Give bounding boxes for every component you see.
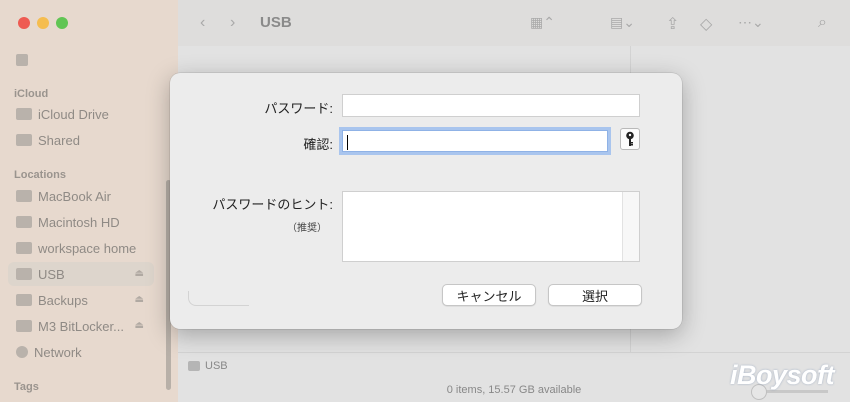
external-disk-icon	[16, 294, 32, 306]
icloud-icon	[16, 108, 32, 120]
external-disk-icon	[16, 268, 32, 280]
minimize-window-button[interactable]	[37, 17, 49, 29]
cancel-button[interactable]: キャンセル	[442, 284, 536, 306]
dialog-bottom-edge	[188, 291, 249, 306]
more-actions-icon[interactable]: ⋯⌄	[738, 14, 764, 31]
view-grid-icon[interactable]: ▦⌃	[530, 14, 555, 31]
window-title: USB	[260, 14, 292, 31]
close-window-button[interactable]	[18, 17, 30, 29]
text-caret	[347, 135, 348, 150]
share-icon[interactable]: ⇪	[666, 14, 679, 34]
eject-icon[interactable]: ⏏	[135, 294, 144, 305]
sidebar-item-network[interactable]: Network	[8, 340, 154, 364]
sidebar-item-label: Shared	[38, 132, 80, 148]
sidebar-section-icloud: iCloud	[14, 88, 49, 100]
sidebar-item-label: M3 BitLocker...	[38, 318, 124, 334]
disk-icon	[16, 216, 32, 228]
group-icon[interactable]: ▤⌄	[610, 14, 635, 31]
hint-label: パスワードのヒント:	[212, 197, 333, 212]
tag-icon[interactable]: ◇	[700, 14, 712, 34]
sidebar-section-tags: Tags	[14, 381, 39, 393]
search-icon[interactable]: ⌕	[818, 14, 827, 32]
sidebar-item-label: workspace home	[38, 240, 137, 256]
sidebar-item-shared[interactable]: Shared	[8, 128, 154, 152]
password-assistant-button[interactable]	[620, 128, 640, 150]
eject-icon[interactable]: ⏏	[135, 320, 144, 331]
external-disk-icon	[188, 361, 200, 371]
watermark-logo: iBoysoft	[730, 360, 835, 390]
password-field[interactable]	[342, 94, 640, 117]
back-chevron-icon[interactable]: ‹	[200, 14, 205, 32]
choose-button[interactable]: 選択	[548, 284, 642, 306]
zoom-window-button[interactable]	[56, 17, 68, 29]
sidebar-item-label: Backups	[38, 292, 88, 308]
external-disk-icon	[16, 320, 32, 332]
sidebar-item-label: MacBook Air	[38, 188, 111, 204]
password-label: パスワード:	[264, 101, 333, 116]
sidebar: iCloud iCloud Drive Shared Locations Mac…	[0, 0, 178, 402]
sidebar-item-macbook-air[interactable]: MacBook Air	[8, 184, 154, 208]
laptop-icon	[16, 190, 32, 202]
hint-recommended-label: （推奨）	[287, 223, 327, 234]
sidebar-item-label: USB	[38, 266, 65, 282]
sidebar-item-m3-bitlocker[interactable]: M3 BitLocker... ⏏	[8, 314, 154, 338]
sidebar-item-recents[interactable]	[8, 48, 154, 72]
disk-icon	[16, 242, 32, 254]
sidebar-item-label: Network	[34, 344, 82, 360]
home-icon	[16, 54, 28, 66]
verify-label: 確認:	[303, 137, 333, 152]
globe-icon	[16, 346, 28, 358]
sidebar-item-macintosh-hd[interactable]: Macintosh HD	[8, 210, 154, 234]
path-bar-label[interactable]: USB	[205, 360, 228, 372]
eject-icon[interactable]: ⏏	[135, 268, 144, 279]
sidebar-item-usb[interactable]: USB ⏏	[8, 262, 154, 286]
sidebar-item-label: iCloud Drive	[38, 106, 109, 122]
verify-field[interactable]	[342, 130, 608, 152]
sidebar-item-workspace-home[interactable]: workspace home	[8, 236, 154, 260]
hint-textarea-scrollbar[interactable]	[622, 192, 639, 261]
toolbar: ‹ › USB ▦⌃ ▤⌄ ⇪ ◇ ⋯⌄ ⌕	[178, 0, 850, 46]
password-dialog: パスワード: 確認: パスワードのヒント: （推奨） キャンセル 選択	[170, 73, 682, 329]
shared-folder-icon	[16, 134, 32, 146]
key-icon	[626, 131, 634, 146]
sidebar-section-locations: Locations	[14, 169, 66, 181]
sidebar-item-backups[interactable]: Backups ⏏	[8, 288, 154, 312]
forward-chevron-icon[interactable]: ›	[230, 14, 235, 32]
sidebar-item-label: Macintosh HD	[38, 214, 120, 230]
sidebar-item-icloud-drive[interactable]: iCloud Drive	[8, 102, 154, 126]
hint-textarea[interactable]	[342, 191, 640, 262]
